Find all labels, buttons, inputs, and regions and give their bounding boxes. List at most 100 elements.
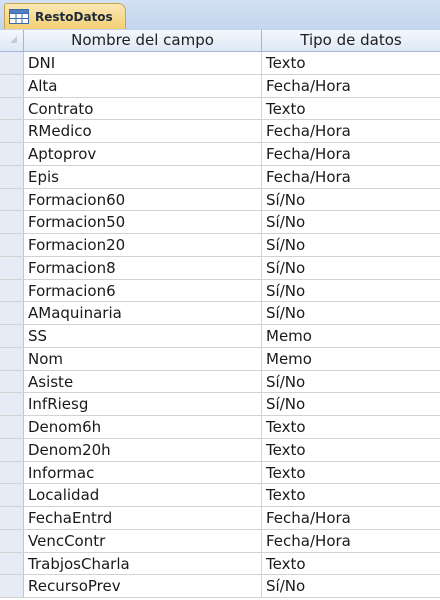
field-name-cell[interactable]: Denom20h bbox=[24, 438, 262, 461]
field-name-cell[interactable]: Formacion60 bbox=[24, 188, 262, 211]
data-type-cell[interactable]: Texto bbox=[262, 553, 440, 575]
field-name-cell[interactable]: Formacion50 bbox=[24, 211, 262, 233]
field-name-cell[interactable]: Epis bbox=[24, 165, 262, 188]
table-row[interactable]: Formacion6 Sí/No bbox=[0, 279, 440, 303]
field-name-cell[interactable]: Aptoprov bbox=[24, 143, 262, 165]
table-row[interactable]: Epis Fecha/Hora bbox=[0, 165, 440, 189]
table-row[interactable]: Formacion50 Sí/No bbox=[0, 211, 440, 234]
table-row[interactable]: Denom6h Texto bbox=[0, 416, 440, 439]
table-row[interactable]: Nom Memo bbox=[0, 347, 440, 371]
table-row[interactable]: RMedico Fecha/Hora bbox=[0, 120, 440, 143]
row-selector[interactable] bbox=[0, 74, 24, 97]
data-type-cell[interactable]: Sí/No bbox=[262, 234, 440, 256]
row-selector[interactable] bbox=[0, 393, 24, 415]
row-selector[interactable] bbox=[0, 438, 24, 461]
field-name-cell[interactable]: Denom6h bbox=[24, 416, 262, 438]
table-row[interactable]: TrabjosCharla Texto bbox=[0, 552, 440, 576]
field-name-cell[interactable]: RecursoPrev bbox=[24, 575, 262, 597]
data-type-cell[interactable]: Texto bbox=[262, 462, 440, 484]
row-selector[interactable] bbox=[0, 370, 24, 393]
data-type-cell[interactable]: Sí/No bbox=[262, 189, 440, 211]
field-name-cell[interactable]: InfRiesg bbox=[24, 393, 262, 415]
row-selector[interactable] bbox=[0, 484, 24, 506]
data-type-cell[interactable]: Sí/No bbox=[262, 575, 440, 597]
table-row[interactable]: SS Memo bbox=[0, 325, 440, 348]
table-row[interactable]: Contrato Texto bbox=[0, 97, 440, 121]
data-type-cell[interactable]: Fecha/Hora bbox=[262, 507, 440, 529]
table-row[interactable]: VencContr Fecha/Hora bbox=[0, 529, 440, 553]
data-type-cell[interactable]: Texto bbox=[262, 484, 440, 506]
table-row[interactable]: FechaEntrd Fecha/Hora bbox=[0, 507, 440, 530]
data-type-cell[interactable]: Texto bbox=[262, 98, 440, 120]
field-name-cell[interactable]: Formacion6 bbox=[24, 279, 262, 302]
select-all-corner[interactable] bbox=[0, 30, 24, 51]
row-selector[interactable] bbox=[0, 347, 24, 370]
field-name-cell[interactable]: VencContr bbox=[24, 529, 262, 552]
field-name-cell[interactable]: Nom bbox=[24, 347, 262, 370]
table-row[interactable]: AMaquinaria Sí/No bbox=[0, 302, 440, 325]
row-selector[interactable] bbox=[0, 143, 24, 165]
data-type-cell[interactable]: Sí/No bbox=[262, 371, 440, 393]
row-selector[interactable] bbox=[0, 507, 24, 529]
field-name-cell[interactable]: Localidad bbox=[24, 484, 262, 506]
field-name-cell[interactable]: Contrato bbox=[24, 97, 262, 120]
row-selector[interactable] bbox=[0, 120, 24, 142]
data-type-cell[interactable]: Texto bbox=[262, 416, 440, 438]
data-type-cell[interactable]: Fecha/Hora bbox=[262, 166, 440, 188]
field-name-cell[interactable]: Informac bbox=[24, 461, 262, 484]
data-type-cell[interactable]: Texto bbox=[262, 439, 440, 461]
table-row[interactable]: Asiste Sí/No bbox=[0, 370, 440, 394]
data-type-cell[interactable]: Memo bbox=[262, 325, 440, 347]
data-type-cell[interactable]: Sí/No bbox=[262, 393, 440, 415]
table-row[interactable]: DNI Texto bbox=[0, 52, 440, 75]
table-row[interactable]: RecursoPrev Sí/No bbox=[0, 575, 440, 598]
data-type-cell[interactable]: Fecha/Hora bbox=[262, 530, 440, 552]
row-selector[interactable] bbox=[0, 279, 24, 302]
row-selector[interactable] bbox=[0, 325, 24, 347]
field-name-cell[interactable]: SS bbox=[24, 325, 262, 347]
data-type-cell[interactable]: Sí/No bbox=[262, 211, 440, 233]
row-selector[interactable] bbox=[0, 416, 24, 438]
table-row[interactable]: Denom20h Texto bbox=[0, 438, 440, 462]
field-name-cell[interactable]: Formacion8 bbox=[24, 256, 262, 279]
row-selector[interactable] bbox=[0, 188, 24, 211]
row-selector[interactable] bbox=[0, 52, 24, 74]
table-row[interactable]: InfRiesg Sí/No bbox=[0, 393, 440, 416]
table-row[interactable]: Formacion20 Sí/No bbox=[0, 234, 440, 257]
field-name-cell[interactable]: Asiste bbox=[24, 370, 262, 393]
table-row[interactable]: Formacion60 Sí/No bbox=[0, 188, 440, 212]
row-selector[interactable] bbox=[0, 552, 24, 575]
row-selector[interactable] bbox=[0, 165, 24, 188]
field-name-cell[interactable]: Formacion20 bbox=[24, 234, 262, 256]
field-name-cell[interactable]: TrabjosCharla bbox=[24, 552, 262, 575]
table-row[interactable]: Localidad Texto bbox=[0, 484, 440, 507]
field-name-cell[interactable]: DNI bbox=[24, 52, 262, 74]
data-type-cell[interactable]: Fecha/Hora bbox=[262, 75, 440, 97]
row-selector[interactable] bbox=[0, 529, 24, 552]
table-row[interactable]: Aptoprov Fecha/Hora bbox=[0, 143, 440, 166]
row-selector[interactable] bbox=[0, 97, 24, 120]
row-selector[interactable] bbox=[0, 211, 24, 233]
row-selector[interactable] bbox=[0, 302, 24, 324]
data-type-cell[interactable]: Sí/No bbox=[262, 280, 440, 302]
field-name-cell[interactable]: FechaEntrd bbox=[24, 507, 262, 529]
field-name-cell[interactable]: RMedico bbox=[24, 120, 262, 142]
row-selector[interactable] bbox=[0, 575, 24, 597]
data-type-cell[interactable]: Fecha/Hora bbox=[262, 120, 440, 142]
data-type-cell[interactable]: Sí/No bbox=[262, 257, 440, 279]
data-type-cell[interactable]: Texto bbox=[262, 52, 440, 74]
data-type-cell[interactable]: Fecha/Hora bbox=[262, 143, 440, 165]
tab-restodatos[interactable]: RestoDatos bbox=[4, 3, 126, 29]
table-row[interactable]: Informac Texto bbox=[0, 461, 440, 485]
row-selector[interactable] bbox=[0, 256, 24, 279]
row-selector[interactable] bbox=[0, 461, 24, 484]
table-row[interactable]: Formacion8 Sí/No bbox=[0, 256, 440, 280]
table-row[interactable]: Alta Fecha/Hora bbox=[0, 74, 440, 98]
column-header-field-name[interactable]: Nombre del campo bbox=[24, 30, 262, 51]
data-type-cell[interactable]: Memo bbox=[262, 348, 440, 370]
field-name-cell[interactable]: AMaquinaria bbox=[24, 302, 262, 324]
column-header-data-type[interactable]: Tipo de datos bbox=[262, 30, 440, 51]
data-type-cell[interactable]: Sí/No bbox=[262, 302, 440, 324]
row-selector[interactable] bbox=[0, 234, 24, 256]
field-name-cell[interactable]: Alta bbox=[24, 74, 262, 97]
